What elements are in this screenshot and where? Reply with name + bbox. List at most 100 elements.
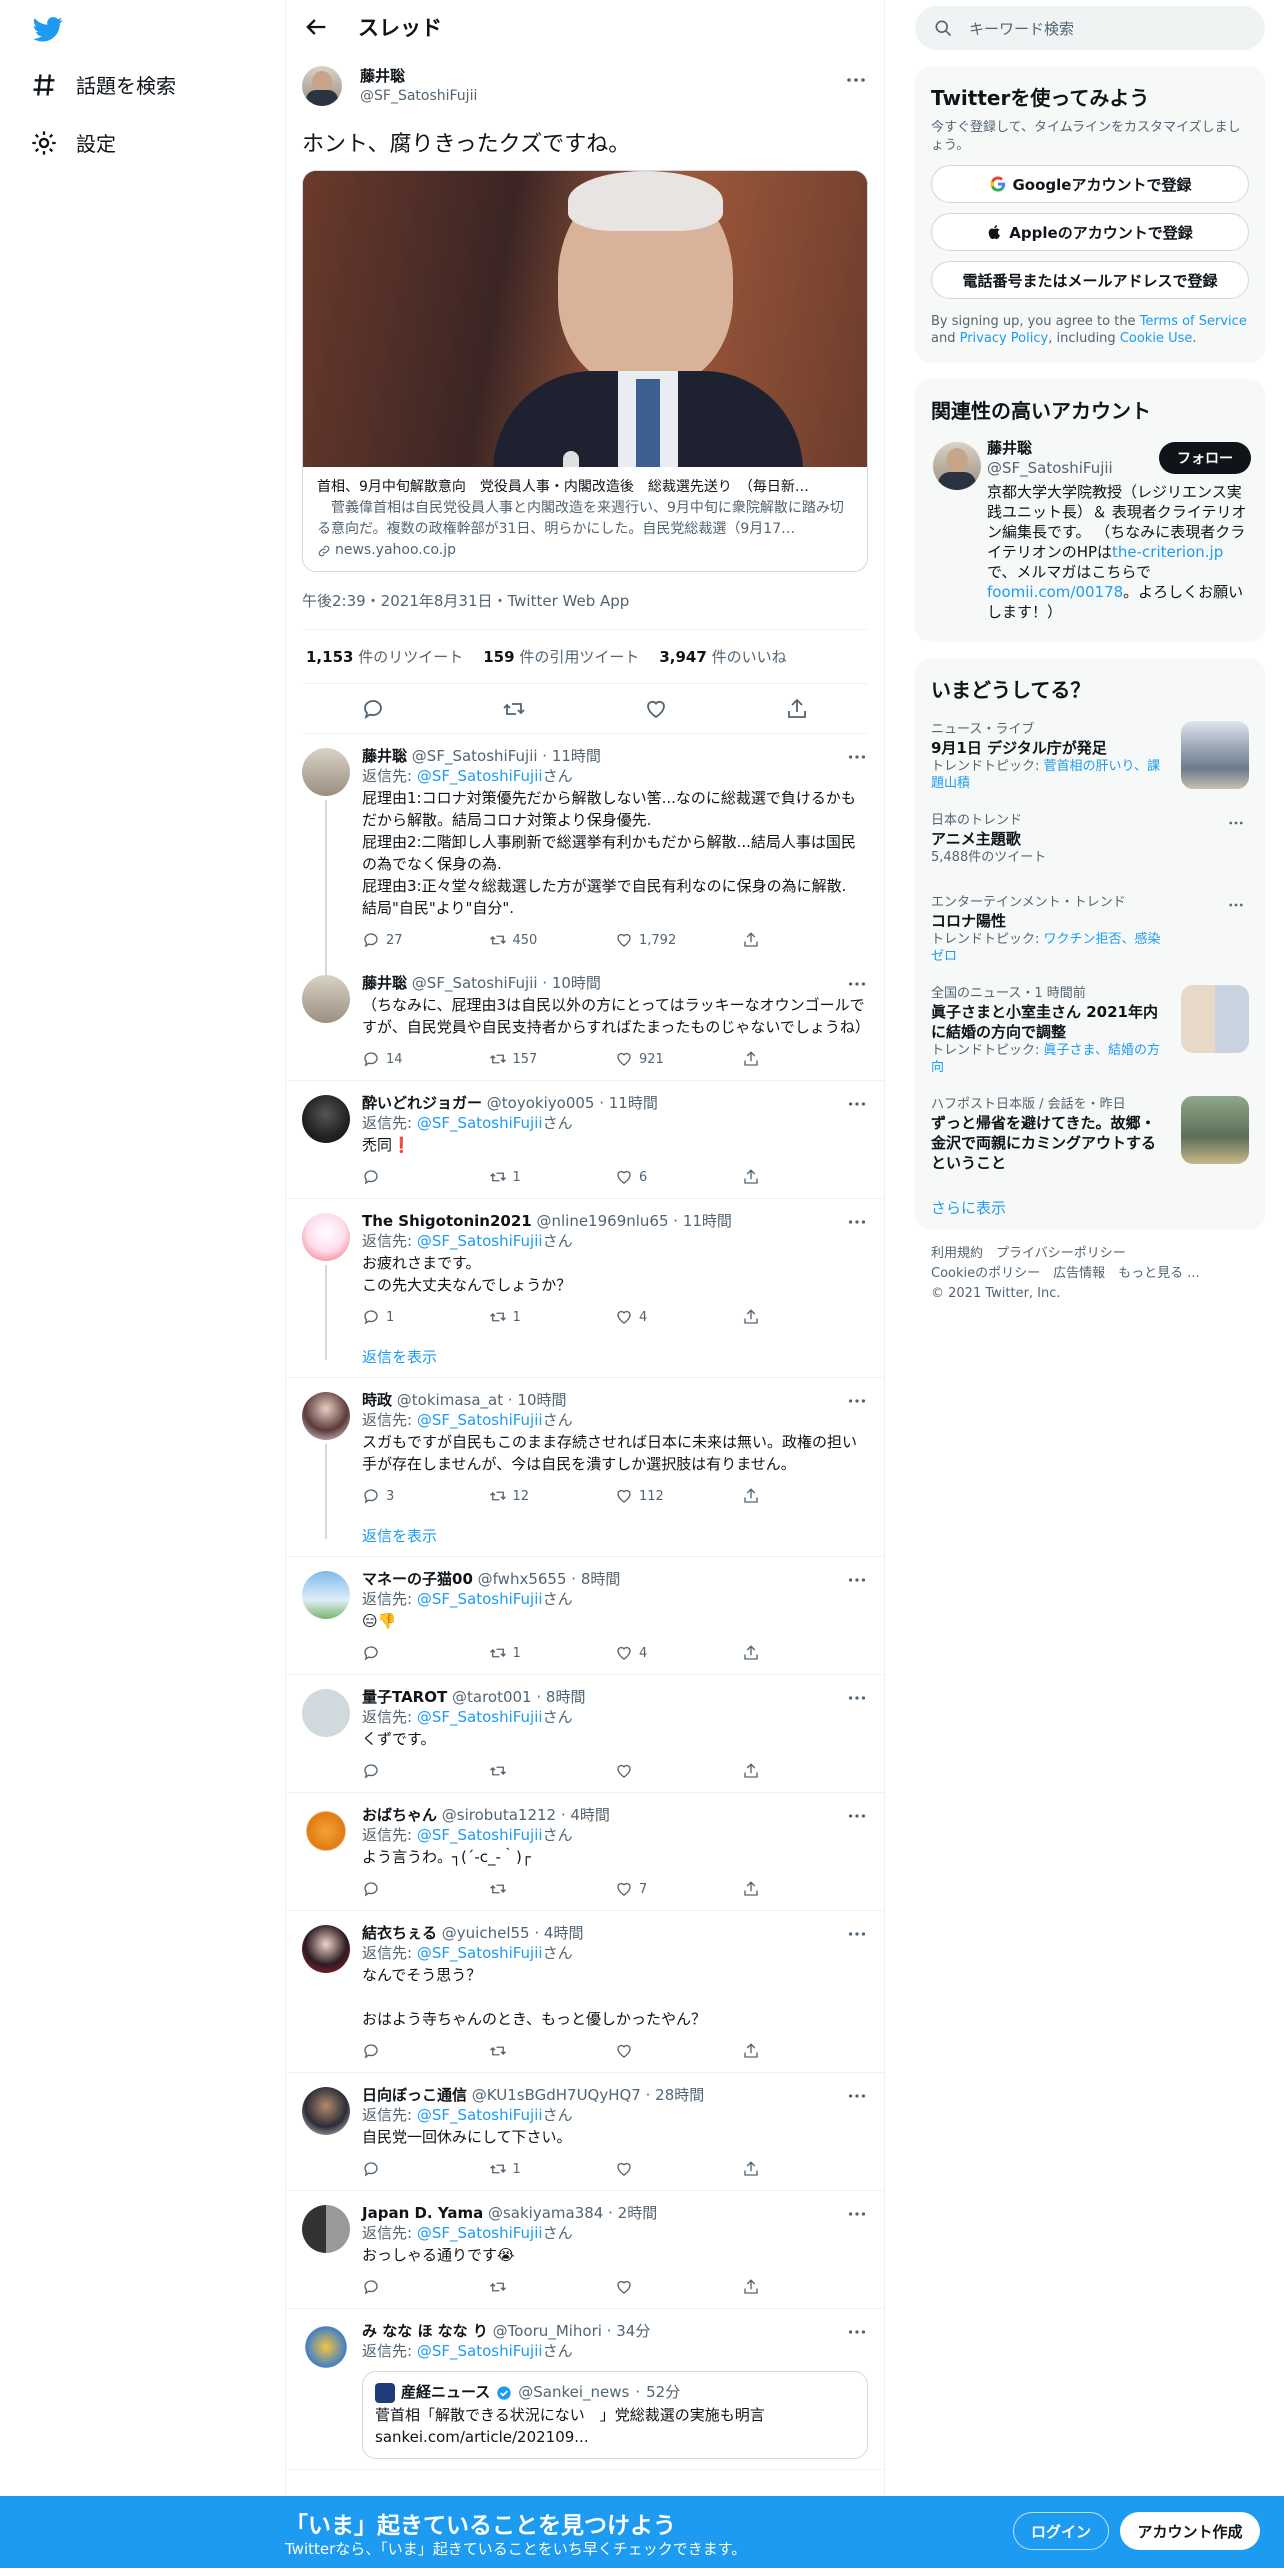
more-options-icon[interactable] bbox=[846, 973, 868, 995]
retweet-button[interactable] bbox=[489, 2042, 616, 2060]
reply-author-name[interactable]: Japan D. Yama bbox=[362, 2204, 483, 2222]
author-name[interactable]: 藤井聡 bbox=[360, 66, 477, 86]
bio-link-criterion[interactable]: the-criterion.jp bbox=[1112, 543, 1223, 561]
show-more-link[interactable]: さらに表示 bbox=[929, 1183, 1251, 1226]
reply-to-link[interactable]: @SF_SatoshiFujii bbox=[417, 2224, 543, 2242]
tweet-timestamp[interactable]: 午後2:39・2021年8月31日・Twitter Web App bbox=[302, 572, 868, 630]
reply-tweet[interactable]: マネーの子猫00 @fwhx5655 · 8時間 返信先: @SF_Satoshi… bbox=[286, 1557, 884, 1675]
reply-button[interactable] bbox=[362, 2278, 489, 2296]
reply-author-name[interactable]: 結衣ちぇる bbox=[362, 1924, 437, 1942]
share-button[interactable] bbox=[742, 1050, 869, 1068]
search-input[interactable]: キーワード検索 bbox=[969, 18, 1074, 39]
reply-author-name[interactable]: おばちゃん bbox=[362, 1806, 437, 1824]
reply-time[interactable]: 10時間 bbox=[517, 1391, 566, 1409]
avatar[interactable] bbox=[302, 2323, 350, 2371]
avatar[interactable] bbox=[302, 1689, 350, 1737]
reply-tweet[interactable]: 酔いどれジョガー @toyokiyo005 · 11時間 返信先: @SF_Sat… bbox=[286, 1081, 884, 1199]
reply-button[interactable] bbox=[362, 1168, 489, 1186]
more-options-icon[interactable] bbox=[846, 1093, 868, 1115]
reply-to-link[interactable]: @SF_SatoshiFujii bbox=[417, 767, 543, 785]
reply-button[interactable] bbox=[362, 2042, 489, 2060]
like-button[interactable]: 112 bbox=[615, 1487, 742, 1505]
reply-button[interactable]: 27 bbox=[362, 931, 489, 949]
more-options-icon[interactable] bbox=[846, 2085, 868, 2107]
retweet-icon[interactable] bbox=[502, 697, 526, 721]
bio-link-foomii[interactable]: foomii.com/00178 bbox=[987, 583, 1123, 601]
reply-author-name[interactable]: 時政 bbox=[362, 1391, 392, 1409]
more-options-icon[interactable] bbox=[846, 1923, 868, 1945]
reply-time[interactable]: 11時間 bbox=[683, 1212, 732, 1230]
show-replies-link[interactable]: 返信を表示 bbox=[362, 1525, 868, 1546]
more-options-icon[interactable] bbox=[846, 1390, 868, 1412]
link-card[interactable]: 首相、9月中旬解散意向 党役員人事・内閣改造後 総裁選先送り （毎日新… 菅義偉… bbox=[302, 170, 868, 572]
reply-button[interactable]: 1 bbox=[362, 1308, 489, 1326]
reply-author-handle[interactable]: @toyokiyo005 bbox=[487, 1094, 595, 1112]
reply-author-name[interactable]: み なな ほ なな り bbox=[362, 2322, 488, 2340]
retweet-button[interactable]: 450 bbox=[489, 931, 616, 949]
reply-time[interactable]: 2時間 bbox=[618, 2204, 658, 2222]
reply-author-handle[interactable]: @tokimasa_at bbox=[397, 1391, 503, 1409]
retweet-stat[interactable]: 1,153 件のリツイート bbox=[306, 646, 463, 667]
avatar[interactable] bbox=[302, 748, 350, 796]
reply-author-name[interactable]: 藤井聡 bbox=[362, 747, 407, 765]
reply-to-link[interactable]: @SF_SatoshiFujii bbox=[417, 2342, 543, 2360]
reply-author-handle[interactable]: @SF_SatoshiFujii bbox=[412, 974, 538, 992]
reply-tweet[interactable]: おばちゃん @sirobuta1212 · 4時間 返信先: @SF_Satosh… bbox=[286, 1793, 884, 1911]
reply-author-handle[interactable]: @sirobuta1212 bbox=[442, 1806, 556, 1824]
twitter-logo-icon[interactable] bbox=[30, 14, 66, 44]
retweet-button[interactable]: 1 bbox=[489, 1644, 616, 1662]
reply-to-link[interactable]: @SF_SatoshiFujii bbox=[417, 1411, 543, 1429]
more-options-icon[interactable] bbox=[1227, 896, 1245, 914]
like-icon[interactable] bbox=[644, 697, 668, 721]
share-button[interactable] bbox=[742, 1168, 869, 1186]
reply-time[interactable]: 8時間 bbox=[581, 1570, 621, 1588]
like-button[interactable]: 1,792 bbox=[615, 931, 742, 949]
reply-tweet[interactable]: Japan D. Yama @sakiyama384 · 2時間 返信先: @SF… bbox=[286, 2191, 884, 2309]
like-button[interactable] bbox=[615, 1762, 742, 1780]
reply-time[interactable]: 8時間 bbox=[546, 1688, 586, 1706]
more-options-icon[interactable] bbox=[846, 1211, 868, 1233]
reply-author-handle[interactable]: @sakiyama384 bbox=[488, 2204, 603, 2222]
follow-button[interactable]: フォロー bbox=[1159, 442, 1251, 474]
reply-author-name[interactable]: 量子TAROT bbox=[362, 1688, 447, 1706]
reply-to-link[interactable]: @SF_SatoshiFujii bbox=[417, 1232, 543, 1250]
reply-tweet[interactable]: 時政 @tokimasa_at · 10時間 返信先: @SF_SatoshiFu… bbox=[286, 1378, 884, 1557]
reply-button[interactable]: 3 bbox=[362, 1487, 489, 1505]
reply-tweet[interactable]: 藤井聡 @SF_SatoshiFujii · 11時間 返信先: @SF_Sato… bbox=[286, 734, 884, 975]
reply-tweet[interactable]: 量子TAROT @tarot001 · 8時間 返信先: @SF_SatoshiF… bbox=[286, 1675, 884, 1793]
reply-author-handle[interactable]: @fwhx5655 bbox=[478, 1570, 567, 1588]
reply-author-name[interactable]: 藤井聡 bbox=[362, 974, 407, 992]
signup-button[interactable]: アカウント作成 bbox=[1120, 2512, 1260, 2550]
avatar[interactable] bbox=[302, 1213, 350, 1261]
retweet-button[interactable]: 1 bbox=[489, 1308, 616, 1326]
reply-to-link[interactable]: @SF_SatoshiFujii bbox=[417, 1944, 543, 1962]
like-stat[interactable]: 3,947 件のいいね bbox=[659, 646, 786, 667]
more-options-icon[interactable] bbox=[846, 2321, 868, 2343]
reply-author-handle[interactable]: @KU1sBGdH7UQyHQ7 bbox=[472, 2086, 641, 2104]
nav-explore[interactable]: 話題を検索 bbox=[30, 70, 176, 99]
reply-author-name[interactable]: The Shigotonin2021 bbox=[362, 1212, 532, 1230]
privacy-link[interactable]: Privacy Policy bbox=[960, 331, 1049, 346]
reply-to-link[interactable]: @SF_SatoshiFujii bbox=[417, 2106, 543, 2124]
retweet-button[interactable] bbox=[489, 1880, 616, 1898]
more-options-icon[interactable] bbox=[844, 68, 868, 92]
search-bar[interactable]: キーワード検索 bbox=[915, 6, 1265, 50]
reply-author-handle[interactable]: @yuichel55 bbox=[442, 1924, 530, 1942]
trend-item[interactable]: ニュース・ライブ 9月1日 デジタル庁が発足 トレンドトピック: 菅首相の肝いり、課… bbox=[929, 711, 1251, 802]
retweet-button[interactable]: 1 bbox=[489, 1168, 616, 1186]
reply-to-link[interactable]: @SF_SatoshiFujii bbox=[417, 1590, 543, 1608]
avatar[interactable] bbox=[302, 975, 350, 1023]
reply-author-handle[interactable]: @SF_SatoshiFujii bbox=[412, 747, 538, 765]
share-button[interactable] bbox=[742, 931, 869, 949]
reply-author-name[interactable]: 日向ぼっこ通信 bbox=[362, 2086, 467, 2104]
retweet-button[interactable] bbox=[489, 1762, 616, 1780]
reply-time[interactable]: 34分 bbox=[616, 2322, 650, 2340]
reply-time[interactable]: 10時間 bbox=[552, 974, 601, 992]
reply-author-handle[interactable]: @tarot001 bbox=[452, 1688, 532, 1706]
reply-time[interactable]: 4時間 bbox=[570, 1806, 610, 1824]
reply-button[interactable] bbox=[362, 1762, 489, 1780]
more-options-icon[interactable] bbox=[846, 746, 868, 768]
avatar[interactable] bbox=[302, 66, 342, 106]
reply-author-name[interactable]: 酔いどれジョガー bbox=[362, 1094, 482, 1112]
share-button[interactable] bbox=[742, 1644, 869, 1662]
